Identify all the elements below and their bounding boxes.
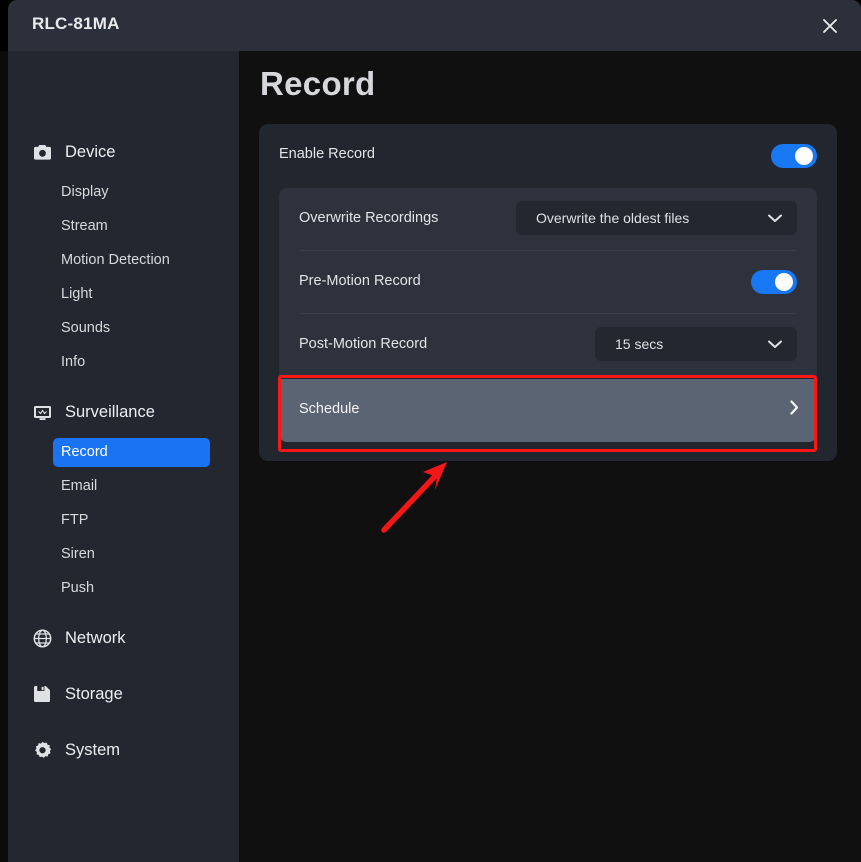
sidebar-item-info[interactable]: Info (53, 348, 210, 377)
post-motion-record-select[interactable]: 15 secs (595, 327, 797, 361)
sidebar-group-network[interactable]: Network (8, 621, 239, 655)
enable-record-label: Enable Record (279, 146, 375, 162)
toggle-knob (795, 147, 813, 165)
sidebar-item-light[interactable]: Light (53, 280, 210, 309)
sidebar-group-label: Storage (65, 684, 123, 703)
sidebar-item-stream[interactable]: Stream (53, 212, 210, 241)
pre-motion-record-row: Pre-Motion Record (299, 251, 797, 314)
enable-record-row: Enable Record (259, 124, 837, 188)
overwrite-recordings-value: Overwrite the oldest files (536, 210, 690, 226)
gear-icon (31, 739, 53, 761)
page-title: Record (260, 65, 376, 102)
toggle-knob (775, 273, 793, 291)
overwrite-recordings-label: Overwrite Recordings (299, 210, 439, 226)
sidebar-item-ftp[interactable]: FTP (53, 506, 210, 535)
globe-icon (31, 627, 53, 649)
sidebar-group-storage[interactable]: Storage (8, 677, 239, 711)
close-icon (823, 19, 837, 33)
sidebar-item-motion-detection[interactable]: Motion Detection (53, 246, 210, 275)
sidebar: Device Display Stream Motion Detection L… (8, 51, 239, 862)
sidebar-group-device[interactable]: Device (8, 135, 239, 169)
app-window: RLC-81MA Device Display Stream Motion De… (0, 0, 861, 862)
sidebar-group-label: System (65, 740, 121, 759)
pre-motion-record-toggle[interactable] (751, 270, 797, 294)
pre-motion-record-label: Pre-Motion Record (299, 273, 421, 289)
overwrite-recordings-row: Overwrite Recordings Overwrite the oldes… (299, 188, 797, 251)
enable-record-toggle[interactable] (771, 144, 817, 168)
post-motion-record-value: 15 secs (615, 336, 664, 352)
schedule-row[interactable]: Schedule (279, 379, 817, 442)
sidebar-group-surveillance[interactable]: Surveillance (8, 395, 239, 429)
post-motion-record-row: Post-Motion Record 15 secs (299, 314, 797, 376)
chevron-down-icon (768, 214, 782, 223)
sidebar-item-push[interactable]: Push (53, 574, 210, 603)
sidebar-item-sounds[interactable]: Sounds (53, 314, 210, 343)
window-title: RLC-81MA (32, 14, 120, 33)
title-bar: RLC-81MA (8, 0, 861, 51)
chevron-right-icon (790, 400, 799, 415)
record-options-group: Overwrite Recordings Overwrite the oldes… (279, 188, 817, 378)
window-left-edge (0, 51, 8, 862)
sidebar-group-system[interactable]: System (8, 733, 239, 767)
close-button[interactable] (813, 9, 847, 43)
window-left-edge-top (0, 0, 8, 51)
sidebar-item-record[interactable]: Record (53, 438, 210, 467)
save-icon (31, 683, 53, 705)
sidebar-group-label: Network (65, 628, 126, 647)
sidebar-group-label: Device (65, 142, 116, 161)
camera-icon (31, 141, 53, 163)
sidebar-item-display[interactable]: Display (53, 178, 210, 207)
sidebar-group-label: Surveillance (65, 402, 155, 421)
main-content: Record Enable Record Overwrite Recording… (239, 51, 861, 862)
monitor-icon (31, 401, 53, 423)
chevron-down-icon (768, 340, 782, 349)
sidebar-item-siren[interactable]: Siren (53, 540, 210, 569)
overwrite-recordings-select[interactable]: Overwrite the oldest files (516, 201, 797, 235)
schedule-label: Schedule (299, 401, 360, 417)
sidebar-item-email[interactable]: Email (53, 472, 210, 501)
post-motion-record-label: Post-Motion Record (299, 336, 428, 352)
record-settings-card: Enable Record Overwrite Recordings Overw… (259, 124, 837, 461)
